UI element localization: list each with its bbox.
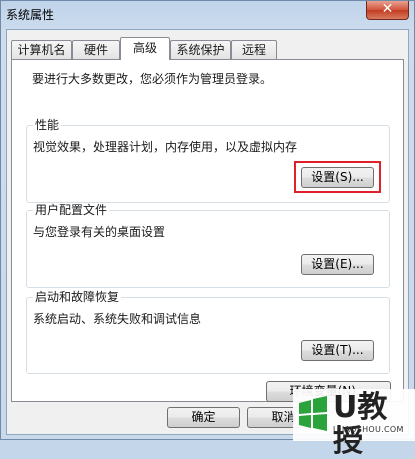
dialog-client: 计算机名 硬件 高级 系统保护 远程 要进行大多数更改，您必须作为管理员登录。 … bbox=[6, 29, 409, 435]
startup-recovery-group: 启动和故障恢复 系统启动、系统失败和调试信息 设置(T)... bbox=[26, 290, 390, 374]
performance-group-title: 性能 bbox=[33, 118, 62, 132]
highlight-box bbox=[294, 161, 381, 193]
user-profiles-group-title: 用户配置文件 bbox=[33, 203, 110, 217]
admin-note: 要进行大多数更改，您必须作为管理员登录。 bbox=[32, 72, 273, 86]
tab-advanced[interactable]: 高级 bbox=[120, 37, 170, 60]
startup-recovery-group-title: 启动和故障恢复 bbox=[33, 290, 122, 304]
advanced-tab-panel: 要进行大多数更改，您必须作为管理员登录。 性能 视觉效果，处理器计划，内存使用，… bbox=[11, 59, 404, 402]
window-title: 系统属性 bbox=[6, 8, 55, 22]
ok-button[interactable]: 确定 bbox=[167, 407, 240, 428]
close-button[interactable]: ✕ bbox=[366, 1, 409, 20]
user-profiles-group-desc: 与您登录有关的桌面设置 bbox=[33, 225, 166, 239]
user-profiles-group: 用户配置文件 与您登录有关的桌面设置 设置(E)... bbox=[26, 203, 390, 288]
close-icon: ✕ bbox=[381, 1, 394, 17]
performance-group: 性能 视觉效果，处理器计划，内存使用，以及虚拟内存 设置(S)... bbox=[26, 118, 390, 203]
watermark: U教授 UJIAOSHOU.COM bbox=[293, 389, 415, 459]
tab-computer-name[interactable]: 计算机名 bbox=[11, 40, 72, 59]
system-properties-window: 系统属性 ✕ 计算机名 硬件 高级 系统保护 远程 要进行大多数更改，您必须作为… bbox=[0, 0, 415, 459]
user-profiles-settings-button[interactable]: 设置(E)... bbox=[301, 254, 374, 275]
startup-recovery-group-desc: 系统启动、系统失败和调试信息 bbox=[33, 312, 202, 326]
title-bar: 系统属性 ✕ bbox=[1, 1, 414, 28]
watermark-site: UJIAOSHOU.COM bbox=[333, 425, 404, 434]
performance-group-desc: 视觉效果，处理器计划，内存使用，以及虚拟内存 bbox=[33, 140, 298, 154]
tab-hardware[interactable]: 硬件 bbox=[72, 40, 120, 59]
startup-recovery-settings-button[interactable]: 设置(T)... bbox=[301, 340, 374, 361]
tab-system-protection[interactable]: 系统保护 bbox=[170, 40, 231, 59]
tab-remote[interactable]: 远程 bbox=[231, 40, 277, 59]
